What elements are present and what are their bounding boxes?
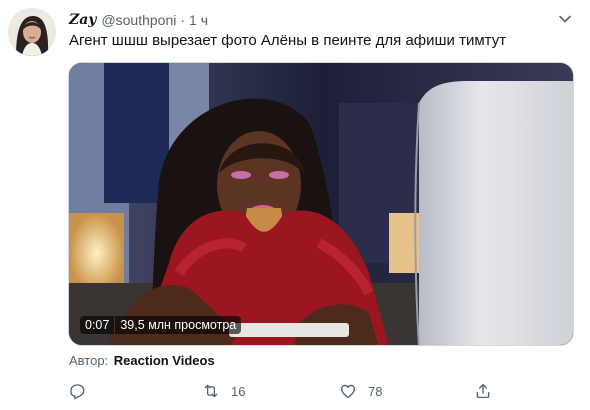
reply-icon	[70, 384, 85, 400]
video-duration: 0:07	[80, 316, 115, 334]
retweet-button[interactable]: 16	[202, 380, 245, 402]
attribution-label: Автор:	[69, 353, 109, 368]
video-views: 39,5 млн просмотра	[115, 316, 242, 334]
avatar[interactable]	[8, 8, 56, 56]
reply-button[interactable]	[68, 380, 97, 402]
video-info-badge: 0:07 39,5 млн просмотра	[80, 316, 242, 334]
retweet-count: 16	[231, 383, 246, 399]
chevron-down-icon[interactable]	[556, 10, 574, 28]
video-player[interactable]	[68, 62, 574, 346]
share-button[interactable]	[474, 380, 492, 402]
heart-icon	[340, 384, 356, 399]
tweet-actions: 16 78	[60, 380, 500, 402]
tweet-header: Zay @southponi · 1 ч	[69, 11, 208, 29]
separator-dot: ·	[180, 12, 186, 28]
tweet-time[interactable]: 1 ч	[189, 12, 208, 28]
user-handle[interactable]: @southponi	[101, 12, 176, 28]
like-count: 78	[368, 383, 383, 399]
profile-photo	[8, 8, 56, 56]
video-thumbnail	[69, 63, 573, 345]
media-attribution: Автор: Reaction Videos	[69, 353, 215, 368]
retweet-icon	[204, 384, 218, 398]
like-button[interactable]: 78	[339, 380, 382, 402]
tweet-text: Агент шшш вырезает фото Алёны в пеинте д…	[69, 32, 507, 49]
attribution-author[interactable]: Reaction Videos	[114, 353, 215, 368]
tweet[interactable]: Zay @southponi · 1 ч Агент шшш вырезает …	[0, 0, 590, 410]
display-name[interactable]: Zay	[69, 12, 96, 28]
share-icon	[476, 383, 490, 399]
